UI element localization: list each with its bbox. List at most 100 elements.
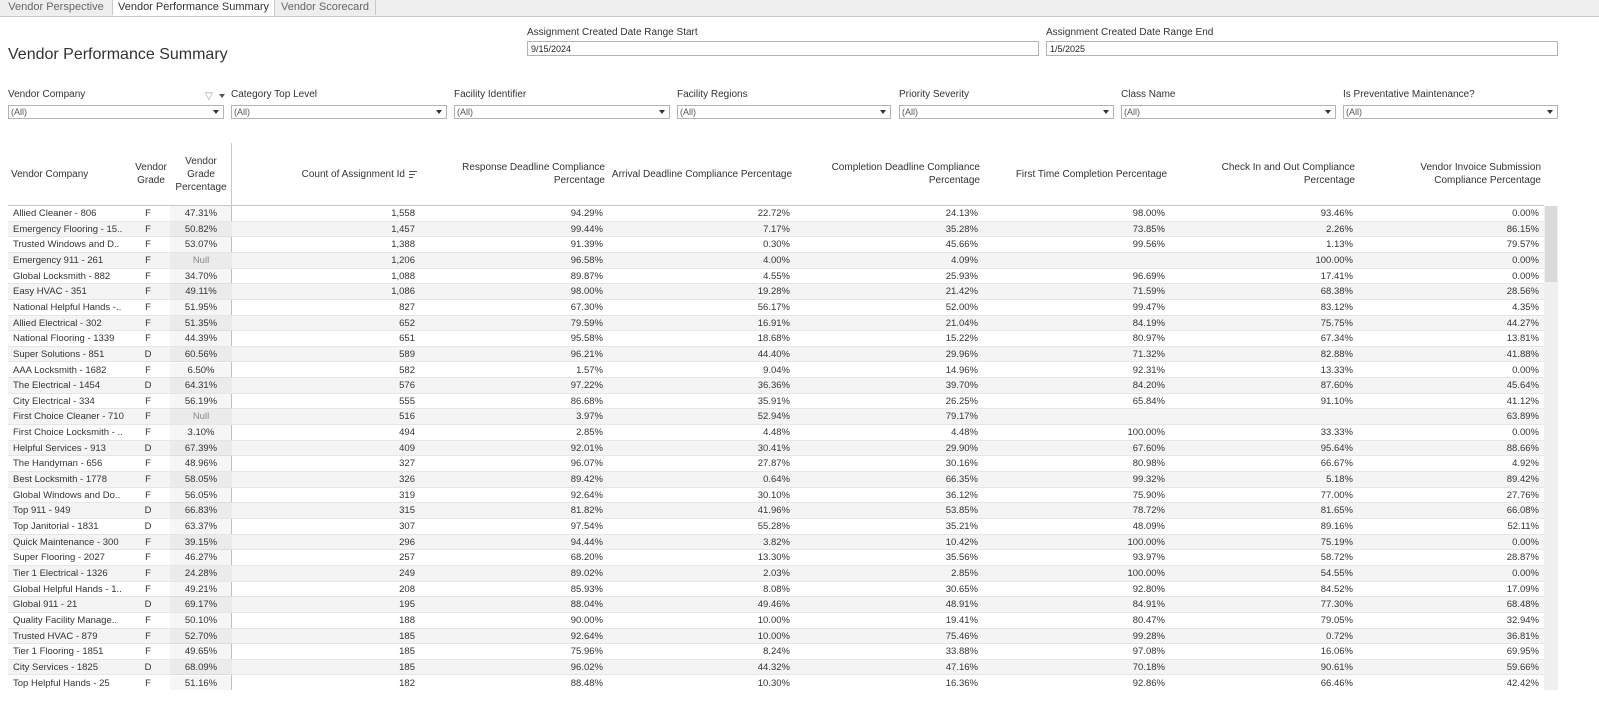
arrival-compliance-cell: 18.68%	[757, 333, 790, 345]
table-row[interactable]: National Helpful Hands -.. F 51.95% 827 67.3…	[8, 300, 1544, 316]
table-row[interactable]: Global 911 - 21 D 69.17% 195 88.04% 49.46% 48.…	[8, 597, 1544, 613]
table-row[interactable]: AAA Locksmith - 1682 F 6.50% 582 1.57% 9.04% 1…	[8, 363, 1544, 379]
first-time-completion-cell: 92.86%	[1132, 677, 1165, 689]
table-vertical-scrollbar[interactable]	[1544, 206, 1558, 690]
table-row[interactable]: Emergency 911 - 261 F Null 1,206 96.58% 4.00%…	[8, 252, 1544, 269]
filter-funnel-icon[interactable]: ▽	[205, 91, 213, 102]
filter-priority-severity-dropdown[interactable]: (All)	[899, 105, 1114, 119]
vendor-grade-percentage-cell: 44.39%	[170, 331, 232, 346]
vendor-grade-cell: F	[145, 614, 151, 626]
check-in-out-compliance-cell: 58.72%	[1320, 552, 1353, 564]
column-header-check-in-out-compliance[interactable]: Check In and Out Compliance Percentage	[1170, 143, 1358, 205]
filter-is-preventative-maintenance-dropdown[interactable]: (All)	[1343, 105, 1558, 119]
response-compliance-cell: 75.96%	[570, 646, 603, 658]
completion-compliance-cell: 4.48%	[951, 427, 978, 439]
date-range-end-input[interactable]: 1/5/2025	[1046, 41, 1558, 56]
table-row[interactable]: Trusted Windows and D.. F 53.07% 1,388 91.39…	[8, 237, 1544, 253]
sort-descending-icon[interactable]	[409, 169, 417, 180]
response-compliance-cell: 89.42%	[570, 474, 603, 486]
column-header-arrival-deadline-compliance[interactable]: Arrival Deadline Compliance Percentage	[608, 143, 795, 205]
invoice-submission-compliance-cell: 13.81%	[1506, 333, 1539, 345]
vendor-company-cell: Emergency 911 - 261	[13, 254, 104, 266]
first-time-completion-cell: 73.85%	[1132, 223, 1165, 235]
chevron-down-icon	[880, 110, 886, 114]
check-in-out-compliance-cell: 75.19%	[1320, 536, 1353, 548]
dashboard-tab-bar: Vendor Perspective Vendor Performance Su…	[0, 0, 1599, 17]
assignment-count-cell: 589	[399, 348, 415, 360]
table-row[interactable]: Top 911 - 949 D 66.83% 315 81.82% 41.96% 53.85…	[8, 503, 1544, 519]
table-row[interactable]: Emergency Flooring - 15.. F 50.82% 1,457 99.…	[8, 221, 1544, 238]
column-header-label: Response Deadline Compliance Percentage	[462, 162, 605, 186]
completion-compliance-cell: 39.70%	[945, 380, 978, 392]
arrival-compliance-cell: 44.32%	[757, 661, 790, 673]
table-row[interactable]: Quality Facility Manage.. F 50.10% 188 90.00…	[8, 613, 1544, 629]
response-compliance-cell: 95.58%	[570, 333, 603, 345]
first-time-completion-cell: 75.90%	[1132, 489, 1165, 501]
table-row[interactable]: Helpful Services - 913 D 67.39% 409 92.01% 30…	[8, 440, 1544, 457]
table-row[interactable]: Top Helpful Hands - 25 F 51.16% 182 88.48% 10…	[8, 676, 1544, 691]
check-in-out-compliance-cell: 77.30%	[1320, 599, 1353, 611]
completion-compliance-cell: 24.13%	[945, 208, 978, 219]
scrollbar-thumb[interactable]	[1545, 206, 1557, 282]
table-row[interactable]: Best Locksmith - 1778 F 58.05% 326 89.42% 0.6…	[8, 472, 1544, 488]
table-row[interactable]: First Choice Cleaner - 710 F Null 516 3.97% 5…	[8, 409, 1544, 426]
table-row[interactable]: Trusted HVAC - 879 F 52.70% 185 92.64% 10.00%…	[8, 628, 1544, 645]
arrival-compliance-cell: 30.41%	[757, 442, 790, 454]
column-header-count-of-assignment-id[interactable]: Count of Assignment Id	[232, 143, 420, 205]
column-header-response-deadline-compliance[interactable]: Response Deadline Compliance Percentage	[420, 143, 608, 205]
table-row[interactable]: First Choice Locksmith - .. F 3.10% 494 2.85…	[8, 425, 1544, 441]
table-row[interactable]: Top Janitorial - 1831 D 63.37% 307 97.54% 55.…	[8, 519, 1544, 535]
column-header-vendor-company[interactable]: Vendor Company	[8, 143, 126, 205]
table-row[interactable]: Allied Cleaner - 806 F 47.31% 1,558 94.29% 22…	[8, 206, 1544, 222]
filter-vendor-company-dropdown[interactable]: (All)	[8, 105, 224, 119]
response-compliance-cell: 86.68%	[570, 395, 603, 407]
filter-priority-severity-label: Priority Severity	[899, 89, 970, 100]
check-in-out-compliance-cell: 90.61%	[1320, 661, 1353, 673]
vendor-company-cell: Super Solutions - 851	[13, 348, 105, 360]
vendor-grade-cell: F	[145, 254, 151, 266]
column-header-first-time-completion[interactable]: First Time Completion Percentage	[983, 143, 1170, 205]
invoice-submission-compliance-cell: 32.94%	[1506, 614, 1539, 626]
filter-facility-identifier-dropdown[interactable]: (All)	[454, 105, 670, 119]
table-row[interactable]: Global Helpful Hands - 1.. F 49.21% 208 85.9…	[8, 582, 1544, 598]
tab-vendor-scorecard[interactable]: Vendor Scorecard	[275, 0, 376, 15]
first-time-completion-cell: 92.80%	[1132, 583, 1165, 595]
check-in-out-compliance-cell: 77.00%	[1320, 489, 1353, 501]
table-row[interactable]: City Services - 1825 D 68.09% 185 96.02% 44.3…	[8, 659, 1544, 676]
vendor-company-cell: Trusted HVAC - 879	[13, 630, 98, 642]
date-range-start-input[interactable]: 9/15/2024	[527, 41, 1039, 56]
table-row[interactable]: Easy HVAC - 351 F 49.11% 1,086 98.00% 19.28% 2…	[8, 284, 1544, 300]
column-header-vendor-grade-percentage[interactable]: Vendor Grade Percentage	[170, 143, 232, 205]
table-row[interactable]: Allied Electrical - 302 F 51.35% 652 79.59% 1…	[8, 315, 1544, 332]
filter-category-top-level-dropdown[interactable]: (All)	[231, 105, 447, 119]
table-row[interactable]: Super Solutions - 851 D 60.56% 589 96.21% 44.…	[8, 346, 1544, 363]
column-header-vendor-grade[interactable]: Vendor Grade	[126, 143, 176, 205]
filter-class-name-dropdown[interactable]: (All)	[1121, 105, 1336, 119]
table-row[interactable]: Super Flooring - 2027 F 46.27% 257 68.20% 13.…	[8, 550, 1544, 566]
table-row[interactable]: Global Locksmith - 882 F 34.70% 1,088 89.87%…	[8, 269, 1544, 285]
filter-menu-icon[interactable]	[219, 94, 225, 98]
column-header-completion-deadline-compliance[interactable]: Completion Deadline Compliance Percentag…	[795, 143, 983, 205]
table-row[interactable]: National Flooring - 1339 F 44.39% 651 95.58%…	[8, 331, 1544, 347]
table-row[interactable]: City Electrical - 334 F 56.19% 555 86.68% 35.…	[8, 394, 1544, 410]
filter-category-top-level-label: Category Top Level	[231, 89, 317, 100]
tab-vendor-perspective[interactable]: Vendor Perspective	[0, 0, 113, 15]
tab-vendor-performance-summary[interactable]: Vendor Performance Summary	[113, 0, 275, 16]
column-header-vendor-invoice-submission-compliance[interactable]: Vendor Invoice Submission Compliance Per…	[1358, 143, 1544, 205]
table-row[interactable]: The Electrical - 1454 D 64.31% 576 97.22% 36.…	[8, 378, 1544, 394]
first-time-completion-cell: 99.32%	[1132, 474, 1165, 486]
page-title: Vendor Performance Summary	[8, 46, 228, 63]
table-row[interactable]: The Handyman - 656 F 48.96% 327 96.07% 27.87%…	[8, 456, 1544, 473]
completion-compliance-cell: 75.46%	[945, 630, 978, 642]
column-header-label: Vendor Grade	[135, 162, 167, 186]
filter-facility-regions-dropdown[interactable]: (All)	[677, 105, 891, 119]
table-row[interactable]: Tier 1 Flooring - 1851 F 49.65% 185 75.96% 8.…	[8, 644, 1544, 660]
assignment-count-cell: 307	[399, 521, 415, 532]
invoice-submission-compliance-cell: 45.64%	[1506, 380, 1539, 392]
table-row[interactable]: Tier 1 Electrical - 1326 F 24.28% 249 89.02%…	[8, 565, 1544, 582]
table-row[interactable]: Global Windows and Do.. F 56.05% 319 92.64% 3…	[8, 488, 1544, 504]
check-in-out-compliance-cell: 0.72%	[1326, 630, 1353, 642]
filter-facility-regions-label: Facility Regions	[677, 89, 748, 100]
table-row[interactable]: Quick Maintenance - 300 F 39.15% 296 94.44% 3…	[8, 534, 1544, 551]
first-time-completion-cell: 97.08%	[1132, 646, 1165, 658]
